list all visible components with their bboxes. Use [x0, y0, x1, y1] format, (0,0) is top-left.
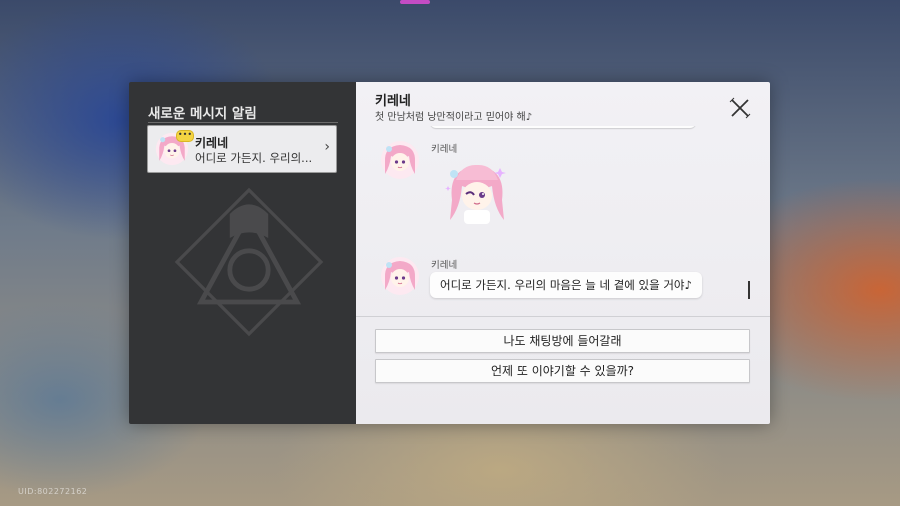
close-button[interactable] — [728, 96, 752, 120]
faction-emblem-icon — [174, 187, 324, 337]
previous-message-bubble — [430, 126, 696, 128]
message-sender: 키레네 — [431, 144, 458, 155]
contact-item-kyrene[interactable]: ••• 키레네 어디로 가든지. 우리의... › — [148, 126, 336, 172]
chat-status-message: 첫 만남처럼 낭만적이라고 믿어야 해♪ — [375, 112, 533, 123]
background-glow — [400, 0, 430, 4]
message-bubble: 어디로 가든지. 우리의 마음은 늘 네 곁에 있을 거야♪ — [430, 272, 702, 298]
contact-name: 키레네 — [195, 136, 229, 150]
kyrene-avatar — [381, 141, 419, 179]
message-sender: 키레네 — [431, 260, 458, 271]
uid-label: UID:802272162 — [18, 487, 88, 496]
reply-option-1[interactable]: 나도 채팅방에 들어갈래 — [375, 329, 750, 353]
kyrene-sticker-icon — [445, 164, 506, 224]
sidebar-divider — [148, 122, 338, 123]
message-window: 새로운 메시지 알림 ••• 키레네 어디로 가든지. 우리의... › 키레네… — [129, 82, 770, 424]
message-list[interactable]: 키레네 키레네 어디로 가든지. 우리의 마음은 늘 네 곁에 있을 거야♪ — [356, 126, 770, 316]
kyrene-avatar — [381, 257, 419, 295]
new-message-badge: ••• — [176, 130, 194, 142]
close-icon — [729, 97, 751, 119]
reply-option-2[interactable]: 언제 또 이야기할 수 있을까? — [375, 359, 750, 383]
contact-preview: 어디로 가든지. 우리의... — [195, 151, 313, 165]
reply-divider — [356, 316, 770, 317]
message-scrollbar[interactable] — [748, 281, 750, 299]
sidebar-title: 새로운 메시지 알림 — [148, 106, 257, 122]
chat-panel: 키레네 첫 만남처럼 낭만적이라고 믿어야 해♪ 키레네 키레네 어디로 가든지… — [356, 82, 770, 424]
message-sidebar: 새로운 메시지 알림 ••• 키레네 어디로 가든지. 우리의... › — [129, 82, 356, 424]
chat-contact-name: 키레네 — [375, 94, 411, 109]
chevron-right-icon: › — [324, 139, 330, 155]
